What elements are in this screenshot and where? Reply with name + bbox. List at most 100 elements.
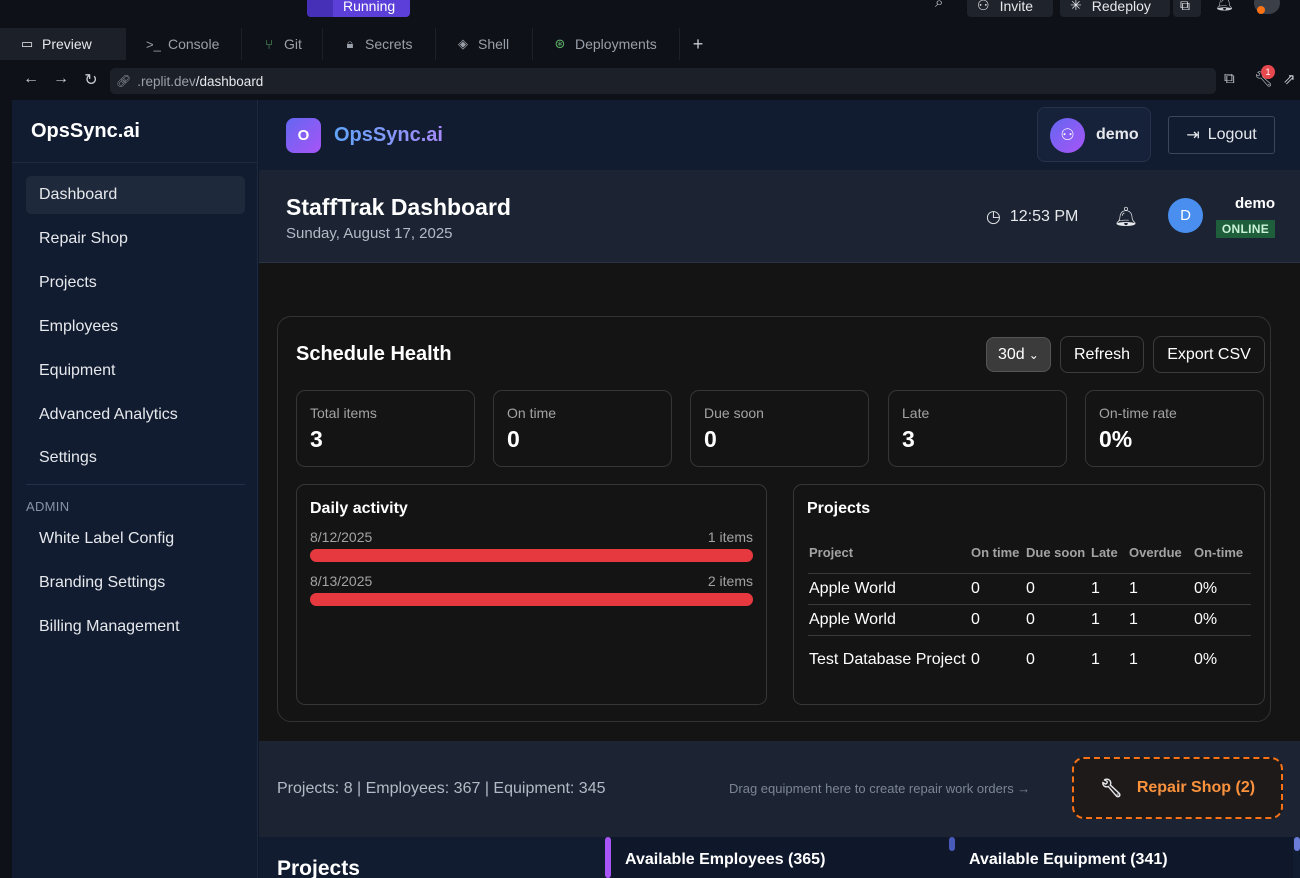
table-row: Test Database Project 0 0 1 1 0% xyxy=(808,635,1251,685)
table-cell: 1 xyxy=(1128,604,1193,636)
activity-bar xyxy=(310,549,753,562)
devices-icon[interactable]: ⧉ xyxy=(1224,70,1235,87)
bell-icon[interactable]: 🔔︎ xyxy=(1215,0,1234,12)
table-header-row: Project On time Due soon Late Overdue On… xyxy=(808,533,1251,574)
bell-icon[interactable]: 🔔︎ xyxy=(1114,205,1138,229)
sidebar-item-dashboard[interactable]: Dashboard xyxy=(26,176,245,214)
sidebar-item-label: Advanced Analytics xyxy=(39,406,178,423)
tab-label: Console xyxy=(168,36,220,52)
tab-shell[interactable]: ◈ Shell xyxy=(436,28,533,60)
user-menu[interactable]: ⚇ demo xyxy=(1037,107,1151,162)
share-button[interactable]: ⧉ xyxy=(1173,0,1201,17)
logout-icon: ⇥ xyxy=(1186,127,1200,144)
avatar[interactable]: D xyxy=(1168,198,1203,233)
back-arrow-icon[interactable]: ← xyxy=(20,70,42,88)
repair-shop-dropzone[interactable]: 🔧︎ Repair Shop (2) xyxy=(1072,757,1283,819)
shell-icon: ◈ xyxy=(458,36,468,51)
avatar-status-dot xyxy=(1257,6,1265,14)
activity-date: 8/12/2025 xyxy=(310,529,373,545)
export-csv-button[interactable]: Export CSV xyxy=(1153,336,1265,373)
range-select[interactable]: 30d ⌄ xyxy=(986,337,1051,372)
activity-count: 2 items xyxy=(707,573,753,589)
user-icon: ⚇ xyxy=(1050,118,1085,153)
stat-label: Total items xyxy=(310,405,377,421)
link-icon: 🔗︎ xyxy=(116,74,132,88)
sidebar-item-label: Branding Settings xyxy=(39,574,166,591)
sidebar-item-settings[interactable]: Settings xyxy=(26,439,245,477)
running-badge[interactable]: Running xyxy=(307,0,410,17)
stat-label: Late xyxy=(902,405,930,421)
column-header: On-time xyxy=(1193,533,1251,574)
tab-secrets[interactable]: 🔒︎ Secrets xyxy=(323,28,436,60)
dashboard-header: StaffTrak Dashboard Sunday, August 17, 2… xyxy=(259,170,1300,263)
activity-bar xyxy=(310,593,753,606)
table-cell: 0 xyxy=(971,651,980,669)
sidebar-item-label: Dashboard xyxy=(39,186,118,203)
column-header: On time xyxy=(970,533,1025,574)
add-tab-button[interactable]: + xyxy=(680,28,716,60)
tab-deployments[interactable]: ⊛ Deployments xyxy=(533,28,680,60)
table-row: Apple World 0 0 1 1 0% xyxy=(808,573,1251,605)
tab-preview[interactable]: ▭ Preview xyxy=(0,28,126,60)
sidebar-item-label: Billing Management xyxy=(39,618,180,635)
sidebar-item-label: Projects xyxy=(39,274,97,291)
logout-button[interactable]: ⇥ Logout xyxy=(1168,116,1275,154)
url-field[interactable]: 🔗︎ .replit.dev/dashboard xyxy=(110,68,1216,94)
table-cell: 0% xyxy=(1194,651,1218,669)
project-name: Apple World xyxy=(808,604,970,636)
sidebar-item-branding-settings[interactable]: Branding Settings xyxy=(26,564,245,602)
redeploy-label: Redeploy xyxy=(1091,0,1151,14)
sidebar-item-white-label-config[interactable]: White Label Config xyxy=(26,520,245,558)
invite-button[interactable]: ⚇ Invite xyxy=(967,0,1053,17)
projects-heading: Projects xyxy=(277,857,360,878)
column-header: Due soon xyxy=(1025,533,1090,574)
running-label: Running xyxy=(343,0,396,14)
table-cell: 1 xyxy=(1129,651,1138,669)
reload-icon[interactable]: ↻ xyxy=(80,70,102,90)
activity-date: 8/13/2025 xyxy=(310,573,373,589)
bottom-columns: Projects Available Employees (365) Avail… xyxy=(259,837,1300,878)
accent-bar xyxy=(605,837,611,878)
sidebar-item-advanced-analytics[interactable]: Advanced Analytics xyxy=(26,396,245,434)
replit-tabs: ▭ Preview >_ Console ⑂ Git 🔒︎ Secrets ◈ … xyxy=(0,28,1300,60)
project-name: Test Database Project xyxy=(809,651,966,669)
sidebar-item-repair-shop[interactable]: Repair Shop xyxy=(26,220,245,258)
url-host: .replit.dev xyxy=(137,73,196,89)
entity-counts: Projects: 8 | Employees: 367 | Equipment… xyxy=(277,780,606,797)
refresh-button[interactable]: Refresh xyxy=(1060,336,1144,373)
schedule-health-card: Schedule Health 30d ⌄ Refresh Export CSV… xyxy=(277,316,1271,722)
tab-label: Deployments xyxy=(575,36,657,52)
sidebar-item-label: White Label Config xyxy=(39,530,175,547)
column-header: Overdue xyxy=(1128,533,1193,574)
main-content: O OpsSync.ai ⚇ demo ⇥ Logout StaffTrak D… xyxy=(259,100,1300,878)
search-icon[interactable]: ⌕ xyxy=(935,0,943,11)
terminal-icon: >_ xyxy=(146,36,161,52)
forward-arrow-icon[interactable]: → xyxy=(50,70,72,88)
sidebar-item-label: Equipment xyxy=(39,362,116,379)
sidebar-item-billing-management[interactable]: Billing Management xyxy=(26,608,245,646)
tab-console[interactable]: >_ Console xyxy=(126,28,242,60)
available-employees-header: Available Employees (365) xyxy=(605,837,949,878)
chevron-down-icon: ⌄ xyxy=(1028,347,1039,362)
sidebar-item-projects[interactable]: Projects xyxy=(26,264,245,302)
activity-count: 1 items xyxy=(707,529,753,545)
sidebar-item-label: Repair Shop xyxy=(39,230,128,247)
stat-late: Late 3 xyxy=(888,390,1067,467)
sidebar-item-equipment[interactable]: Equipment xyxy=(26,352,245,390)
tab-git[interactable]: ⑂ Git xyxy=(242,28,323,60)
redeploy-button[interactable]: ✳ Redeploy xyxy=(1060,0,1170,17)
sidebar-item-employees[interactable]: Employees xyxy=(26,308,245,346)
top-nav: O OpsSync.ai ⚇ demo ⇥ Logout xyxy=(259,100,1300,170)
table-cell: 0% xyxy=(1193,604,1251,636)
sidebar: OpsSync.ai Dashboard Repair Shop Project… xyxy=(12,100,258,878)
daily-activity-title: Daily activity xyxy=(310,500,408,517)
drag-hint: Drag equipment here to create repair wor… xyxy=(729,781,1031,796)
stat-value: 3 xyxy=(902,426,915,452)
open-external-icon[interactable]: ⇗ xyxy=(1283,70,1296,88)
scrollbar-handle[interactable] xyxy=(1294,837,1300,851)
column-header: Project xyxy=(808,533,970,574)
stat-value: 3 xyxy=(310,426,323,452)
logout-label: Logout xyxy=(1207,126,1257,143)
stat-value: 0 xyxy=(704,426,717,452)
lock-icon: 🔒︎ xyxy=(346,36,354,51)
